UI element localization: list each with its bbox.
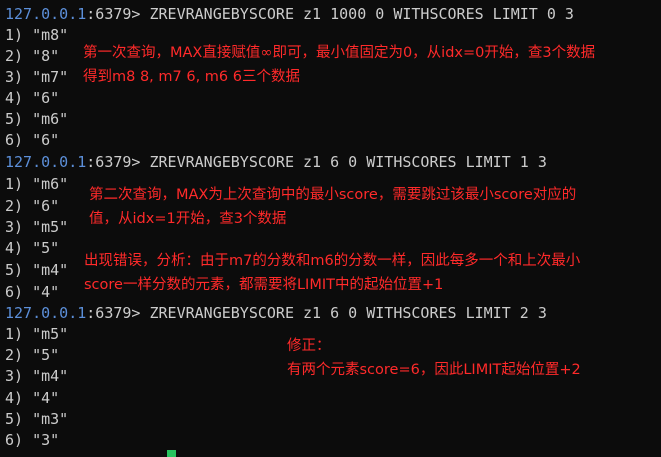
result-line: 2) "6": [5, 197, 60, 215]
result-line: 2) "8": [5, 47, 60, 65]
result-line: 1) "m5": [5, 325, 69, 343]
annotation-line: 出现错误，分析：由于m7的分数和m6的分数一样，因此每多一个和上次最小: [84, 253, 581, 269]
annotation-line: 第一次查询，MAX直接赋值∞即可，最小值固定为0，从idx=0开始，查3个数据: [83, 45, 596, 61]
result-line: 4) "5": [5, 239, 60, 257]
command-text: ZREVRANGEBYSCORE z1 6 0 WITHSCORES LIMIT…: [149, 304, 547, 322]
annotation-line: 有两个元素score=6，因此LIMIT起始位置+2: [287, 362, 581, 378]
annotation-line: 值，从idx=1开始，查3个数据: [89, 211, 287, 227]
prompt-host: 127.0.0.1: [5, 5, 87, 23]
annotation-line: 得到m8 8, m7 6, m6 6三个数据: [83, 69, 300, 85]
prompt-port: :6379>: [86, 5, 150, 23]
command-prompt-line: 127.0.0.1:6379> ZREVRANGEBYSCORE z1 1000…: [5, 4, 574, 25]
command-prompt-line: 127.0.0.1:6379> ZREVRANGEBYSCORE z1 6 0 …: [5, 152, 547, 173]
terminal-window[interactable]: 127.0.0.1:6379> ZREVRANGEBYSCORE z1 1000…: [0, 0, 661, 457]
annotation-line: 修正：: [287, 338, 331, 354]
annotation-error-analysis: 出现错误，分析：由于m7的分数和m6的分数一样，因此每多一个和上次最小 score…: [84, 249, 580, 297]
result-line: 6) "4": [5, 283, 60, 301]
annotation-line: score一样分数的元素，都需要将LIMIT中的起始位置+1: [84, 277, 444, 293]
result-line: 3) "m4": [5, 367, 69, 385]
command-text: ZREVRANGEBYSCORE z1 1000 0 WITHSCORES LI…: [149, 5, 574, 23]
annotation-first-query: 第一次查询，MAX直接赋值∞即可，最小值固定为0，从idx=0开始，查3个数据得…: [83, 41, 595, 89]
result-line: 6) "6": [5, 131, 60, 149]
command-text: ZREVRANGEBYSCORE z1 6 0 WITHSCORES LIMIT…: [149, 153, 547, 171]
annotation-line: 第二次查询，MAX为上次查询中的最小score，需要跳过该最小score对应的: [89, 187, 577, 203]
result-line: 5) "m3": [5, 410, 69, 428]
result-line: 2) "5": [5, 346, 60, 364]
annotation-second-query: 第二次查询，MAX为上次查询中的最小score，需要跳过该最小score对应的值…: [89, 183, 576, 231]
terminal-cursor: [167, 450, 176, 457]
prompt-host: 127.0.0.1: [5, 304, 87, 322]
result-line: 5) "m6": [5, 110, 69, 128]
prompt-port: :6379>: [86, 153, 150, 171]
result-line: 1) "m6": [5, 175, 69, 193]
annotation-fix: 修正： 有两个元素score=6，因此LIMIT起始位置+2: [287, 334, 581, 382]
result-line: 4) "4": [5, 389, 60, 407]
result-line: 3) "m5": [5, 218, 69, 236]
result-line: 1) "m8": [5, 26, 69, 44]
prompt-host: 127.0.0.1: [5, 153, 87, 171]
prompt-port: :6379>: [86, 304, 150, 322]
result-line: 6) "3": [5, 431, 60, 449]
result-line: 4) "6": [5, 89, 60, 107]
command-prompt-line: 127.0.0.1:6379> ZREVRANGEBYSCORE z1 6 0 …: [5, 303, 547, 324]
result-line: 3) "m7": [5, 68, 69, 86]
result-line: 5) "m4": [5, 261, 69, 279]
